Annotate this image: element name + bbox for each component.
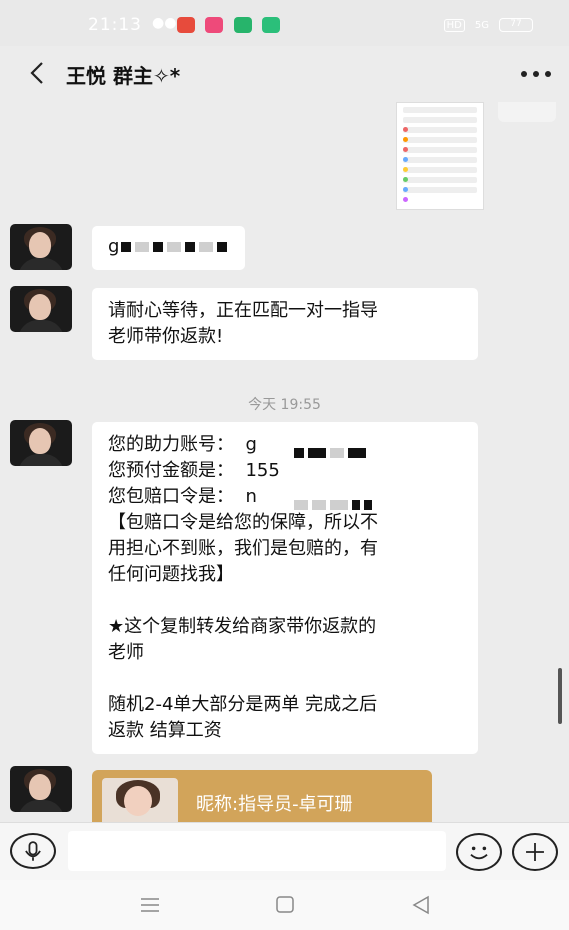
contact-card-title: 昵称:指导员-卓可珊 — [196, 794, 353, 815]
chat-title: 王悦 群主✧* — [66, 64, 181, 88]
voice-input-icon[interactable] — [10, 833, 56, 869]
message-bubble[interactable]: 请耐心等待，正在匹配一对一指导 老师带你返款! — [92, 288, 478, 360]
menu-icon[interactable] — [138, 894, 162, 916]
message-list[interactable]: g 请耐心等待，正在匹配一对一指导 老师带你返款! 今天 19:55 您的助力账… — [0, 102, 569, 822]
message-bubble[interactable]: 您的助力账号： g 您预付金额是： 155 您包赔口令是： n 【包赔口令是给您… — [92, 422, 478, 754]
signal-icon: 5G — [474, 19, 489, 31]
message-text: 请耐心等待，正在匹配一对一指导 老师带你返款! — [108, 300, 378, 347]
time-separator: 今天 19:55 — [248, 397, 321, 413]
system-nav-bar — [0, 880, 569, 930]
message-text: 您的助力账号： g 您预付金额是： 155 您包赔口令是： n 【包赔口令是给您… — [108, 434, 378, 741]
scrollbar[interactable] — [558, 668, 562, 724]
emoji-icon[interactable] — [456, 833, 502, 871]
avatar[interactable] — [10, 420, 72, 466]
avatar[interactable] — [10, 766, 72, 812]
avatar[interactable] — [10, 286, 72, 332]
redaction-mask — [292, 494, 374, 513]
wechat-notification-icon: ●● — [152, 15, 177, 31]
back-nav-icon[interactable] — [409, 894, 433, 916]
app-notification-icon — [205, 17, 223, 33]
message-text: g — [108, 236, 120, 257]
self-avatar[interactable] — [498, 102, 556, 122]
avatar[interactable] — [10, 224, 72, 270]
app-notification-icon — [234, 17, 252, 33]
input-bar — [0, 822, 569, 880]
status-bar: 21:13 ●● HD 5G 77 — [0, 0, 569, 46]
battery-icon: 77 — [499, 18, 533, 32]
status-indicators: HD 5G 77 — [443, 18, 533, 32]
back-arrow-icon[interactable] — [28, 60, 48, 86]
redaction-mask — [292, 442, 368, 461]
contact-card-message[interactable]: 昵称:指导员-卓可珊 — [92, 770, 432, 822]
status-time: 21:13 — [88, 15, 142, 35]
app-notification-icon — [262, 17, 280, 33]
more-options-icon[interactable] — [519, 64, 553, 84]
contact-card-thumbnail — [102, 778, 178, 822]
home-icon[interactable] — [273, 894, 297, 916]
message-input[interactable] — [68, 831, 446, 871]
hd-badge: HD — [443, 18, 465, 32]
image-message[interactable] — [396, 102, 484, 210]
app-notification-icon — [177, 17, 195, 33]
message-bubble[interactable]: g — [92, 226, 246, 270]
plus-icon[interactable] — [512, 833, 558, 871]
chat-header: 王悦 群主✧* — [0, 46, 569, 102]
